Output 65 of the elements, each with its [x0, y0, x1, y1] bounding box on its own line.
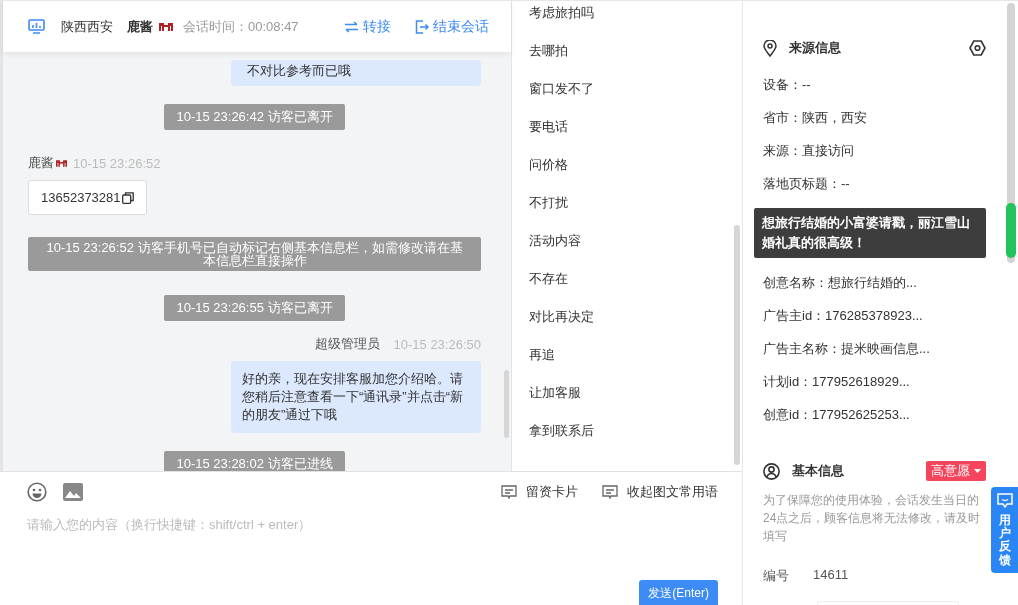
intent-tag[interactable]: 高意愿 [926, 461, 986, 481]
lead-card-button[interactable]: 留资卡片 [501, 483, 578, 501]
section-title: 来源信息 [789, 39, 841, 57]
quick-reply-item[interactable]: 窗口发不了 [529, 70, 742, 108]
message-bubble: 好的亲，现在安排客服加您介绍哈。请您稍后注意查看一下“通讯录”并点击“新的朋友”通过下哦 [231, 361, 481, 433]
chat-bubble-icon [501, 485, 517, 499]
quick-reply-item[interactable]: 问价格 [529, 146, 742, 184]
phone-number: 13652373281 [41, 190, 121, 205]
message-time: 10-15 23:26:52 [73, 155, 161, 171]
field-value: 14611 [813, 567, 849, 584]
quick-reply-item[interactable]: 让加客服 [529, 374, 742, 412]
collapse-phrases-button[interactable]: 收起图文常用语 [602, 483, 718, 501]
quick-reply-item[interactable]: 要电话 [529, 108, 742, 146]
sender-name: 鹿酱 [28, 154, 54, 172]
tooltip: 想旅行结婚的小富婆请戳，丽江雪山婚礼真的很高级！ [754, 208, 986, 258]
image-icon[interactable] [63, 483, 83, 501]
message-bubble: 不对比参考而已哦 [231, 60, 481, 86]
source-field: 计划id：177952618929... [763, 365, 986, 398]
quick-reply-item[interactable]: 拿到联系后 [529, 412, 742, 450]
message-time: 10-15 23:26:50 [393, 336, 481, 352]
chat-bubble-icon [996, 493, 1013, 508]
source-field: 创意id：177952625253... [763, 398, 986, 431]
swap-arrows-icon [344, 20, 359, 33]
chat-bubble-icon [602, 485, 618, 499]
scrollbar[interactable] [1007, 3, 1015, 263]
quick-reply-item[interactable]: 对比再决定 [529, 298, 742, 336]
scrollbar[interactable] [504, 370, 509, 438]
quick-reply-item[interactable]: 不存在 [529, 260, 742, 298]
system-notice: 10-15 23:28:02 访客已进线 [164, 451, 345, 471]
info-notice: 为了保障您的使用体验，会话发生当日的24点之后，顾客信息将无法修改，请及时填写 [763, 492, 982, 545]
source-field: 来源：直接访问 [763, 134, 986, 167]
quick-reply-item[interactable]: 不打扰 [529, 184, 742, 222]
settings-icon[interactable] [969, 40, 986, 56]
quick-reply-item[interactable]: 考虑旅拍吗 [529, 1, 742, 32]
section-title: 基本信息 [792, 462, 844, 480]
quick-reply-item[interactable]: 去哪拍 [529, 32, 742, 70]
system-notice: 10-15 23:26:52 访客手机号已自动标记右侧基本信息栏，如需修改请在基本信息栏直接操作 [28, 237, 481, 271]
emoji-icon[interactable] [27, 482, 47, 502]
copy-icon[interactable] [121, 191, 134, 204]
feedback-button[interactable]: 用户反馈 [991, 487, 1018, 573]
source-field: 广告主id：176285378923... [763, 299, 986, 332]
transfer-link[interactable]: 转接 [344, 17, 391, 36]
bow-icon [56, 159, 67, 167]
agent-name: 鹿酱 [127, 17, 153, 36]
bow-icon [159, 22, 173, 31]
source-field: 省市：陕西，西安 [763, 101, 986, 134]
source-field: 设备：-- [763, 68, 986, 101]
quick-reply-item[interactable]: 再追 [529, 336, 742, 374]
source-field: 落地页标题：-- [763, 167, 986, 200]
visitor-location: 陕西西安 [61, 17, 113, 36]
user-icon [763, 462, 780, 480]
quick-reply-item[interactable]: 活动内容 [529, 222, 742, 260]
location-pin-icon [763, 39, 777, 57]
sender-name: 超级管理员 [314, 335, 380, 353]
source-field: 创意名称：想旅行结婚的... [763, 266, 986, 299]
exit-icon [415, 19, 429, 34]
source-field: 广告主名称：提米映画信息... [763, 332, 986, 365]
monitor-icon [28, 19, 45, 34]
system-notice: 10-15 23:26:55 访客已离开 [164, 295, 345, 321]
caret-icon [974, 469, 981, 473]
end-session-link[interactable]: 结束会话 [415, 17, 489, 36]
session-time: 会话时间：00:08:47 [183, 17, 299, 36]
system-notice: 10-15 23:26:42 访客已离开 [164, 104, 345, 130]
scrollbar[interactable] [734, 225, 740, 465]
field-label: 编号 [763, 567, 789, 585]
